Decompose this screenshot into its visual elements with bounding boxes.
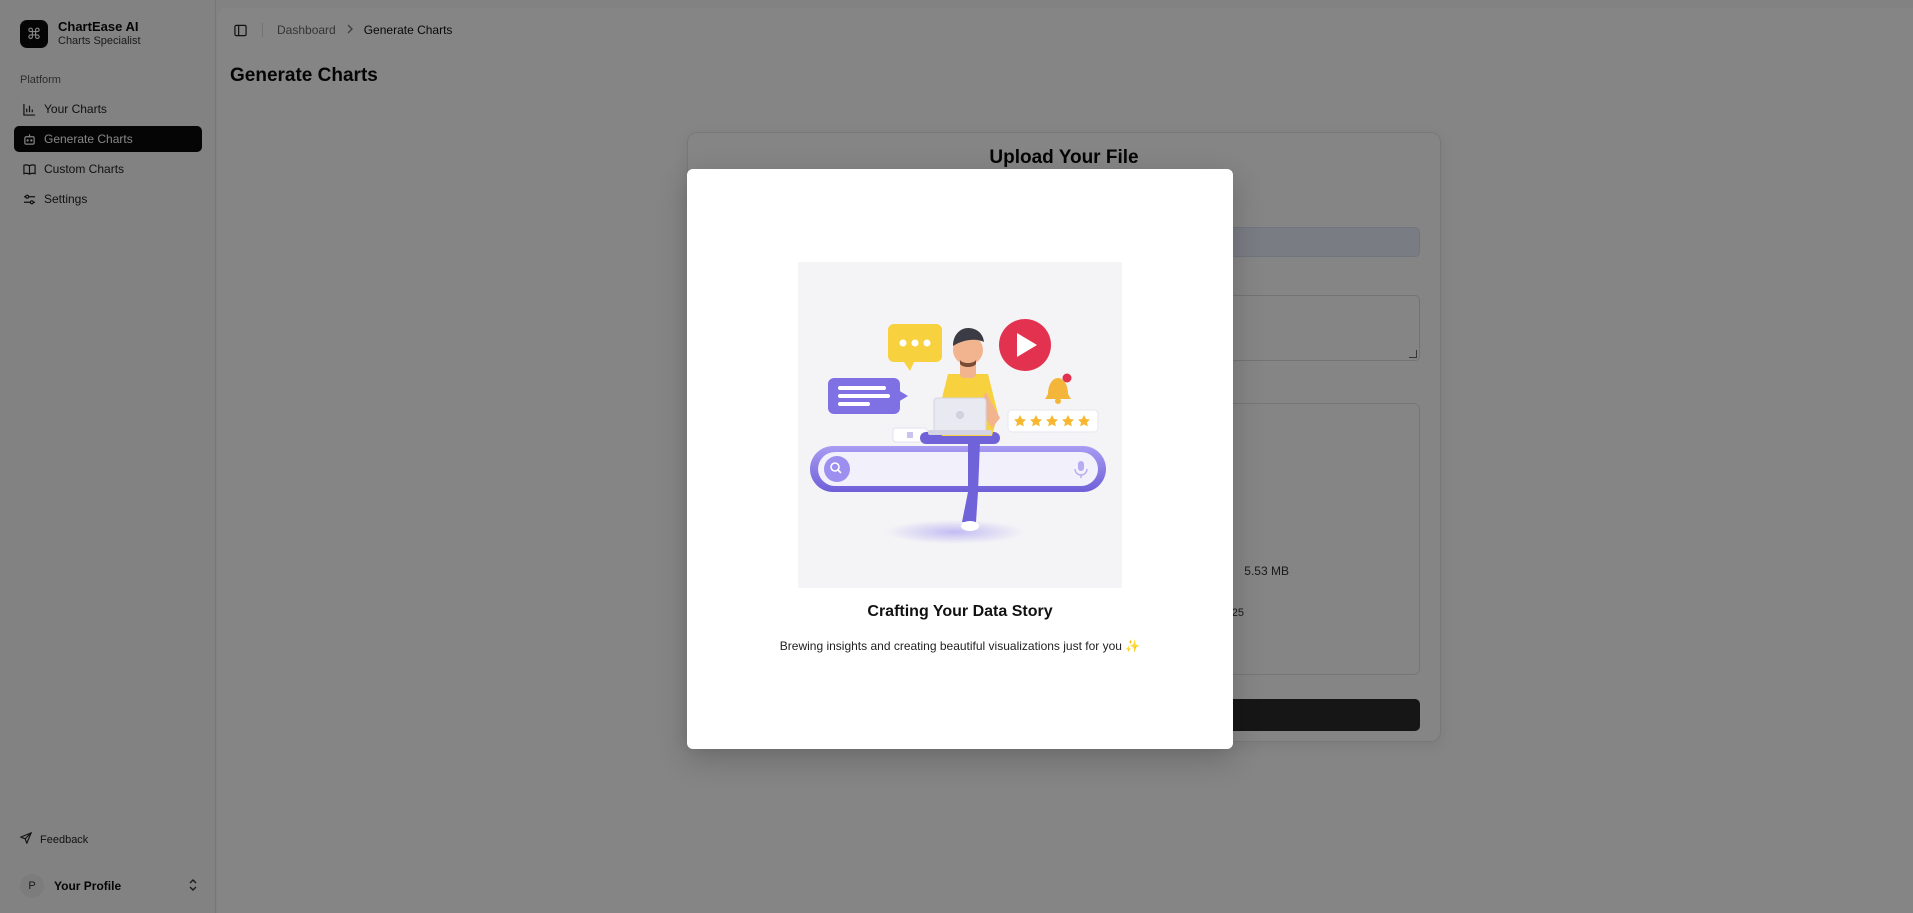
- loading-illustration: [798, 262, 1122, 588]
- loading-modal: Crafting Your Data Story Brewing insight…: [687, 169, 1233, 749]
- modal-message: Brewing insights and creating beautiful …: [779, 639, 1141, 653]
- modal-title: Crafting Your Data Story: [867, 603, 1053, 620]
